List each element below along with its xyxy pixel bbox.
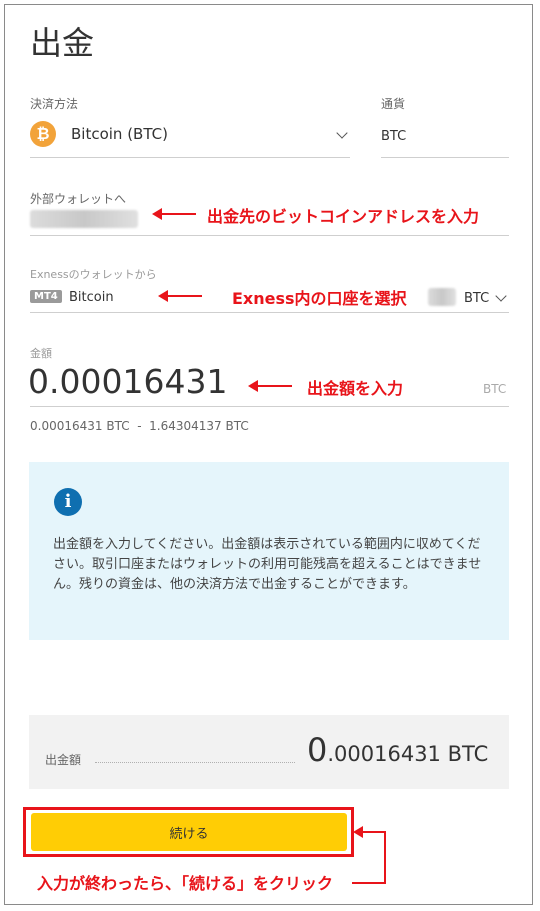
chevron-down-icon <box>495 290 507 302</box>
annotation-amount: 出金額を入力 <box>307 379 404 398</box>
annotation-arrow-amount <box>258 385 292 387</box>
method-select[interactable]: ₿ Bitcoin (BTC) <box>30 119 350 157</box>
amount-range: 0.00016431 BTC - 1.64304137 BTC <box>30 419 249 433</box>
external-wallet-underline <box>30 235 509 236</box>
method-label: 決済方法 <box>30 97 79 111</box>
annotation-arrow-address <box>162 213 196 215</box>
currency-value: BTC <box>381 129 407 144</box>
amount-value: 0.00016431 <box>28 362 228 401</box>
continue-button[interactable]: 続ける <box>31 813 347 851</box>
annotation-arrow-click-top <box>363 831 385 833</box>
amount-input[interactable]: 0.00016431 BTC <box>28 362 509 404</box>
arrow-left-icon <box>152 208 162 220</box>
external-wallet-label: 外部ウォレットへ <box>30 192 127 206</box>
annotation-arrow-account <box>168 295 202 297</box>
summary-value-frac: .00016431 <box>327 742 441 766</box>
arrow-left-icon <box>158 290 168 302</box>
bitcoin-icon: ₿ <box>30 121 56 147</box>
chevron-down-icon <box>336 127 348 139</box>
amount-underline <box>30 406 509 407</box>
summary-label: 出金額 <box>45 753 82 767</box>
arrow-left-icon <box>353 826 363 838</box>
annotation-address: 出金先のビットコインアドレスを入力 <box>207 207 480 226</box>
summary-value-int: 0 <box>307 731 328 769</box>
method-value: Bitcoin (BTC) <box>71 125 168 143</box>
withdrawal-summary: 出金額 0.00016431 BTC <box>29 715 509 789</box>
external-wallet-input[interactable] <box>30 210 138 228</box>
amount-unit: BTC <box>483 382 507 396</box>
annotation-account: Exness内の口座を選択 <box>232 289 407 308</box>
annotation-arrow-click-vertical <box>384 831 386 884</box>
account-number-redacted <box>428 288 456 306</box>
info-icon: i <box>54 488 82 516</box>
method-underline <box>30 157 350 158</box>
page-title: 出金 <box>30 24 95 62</box>
exness-wallet-label: Exnessのウォレットから <box>30 268 157 281</box>
currency-label: 通貨 <box>381 97 406 111</box>
arrow-left-icon <box>248 380 258 392</box>
exness-wallet-name: Bitcoin <box>69 290 114 305</box>
annotation-arrow-click-bottom <box>352 882 386 884</box>
currency-underline <box>381 157 509 158</box>
exness-wallet-currency: BTC <box>464 291 490 306</box>
info-text: 出金額を入力してください。出金額は表示されている範囲内に収めてください。取引口座… <box>53 537 482 592</box>
exness-wallet-underline <box>30 312 509 313</box>
annotation-click: 入力が終わったら、「続ける」をクリック <box>37 874 334 893</box>
amount-label: 金額 <box>30 347 52 360</box>
mt4-badge: MT4 <box>30 290 62 303</box>
summary-leader <box>95 762 295 763</box>
summary-unit: BTC <box>447 742 489 766</box>
summary-value: 0.00016431 BTC <box>307 731 488 769</box>
info-box: i 出金額を入力してください。出金額は表示されている範囲内に収めてください。取引… <box>29 462 509 640</box>
